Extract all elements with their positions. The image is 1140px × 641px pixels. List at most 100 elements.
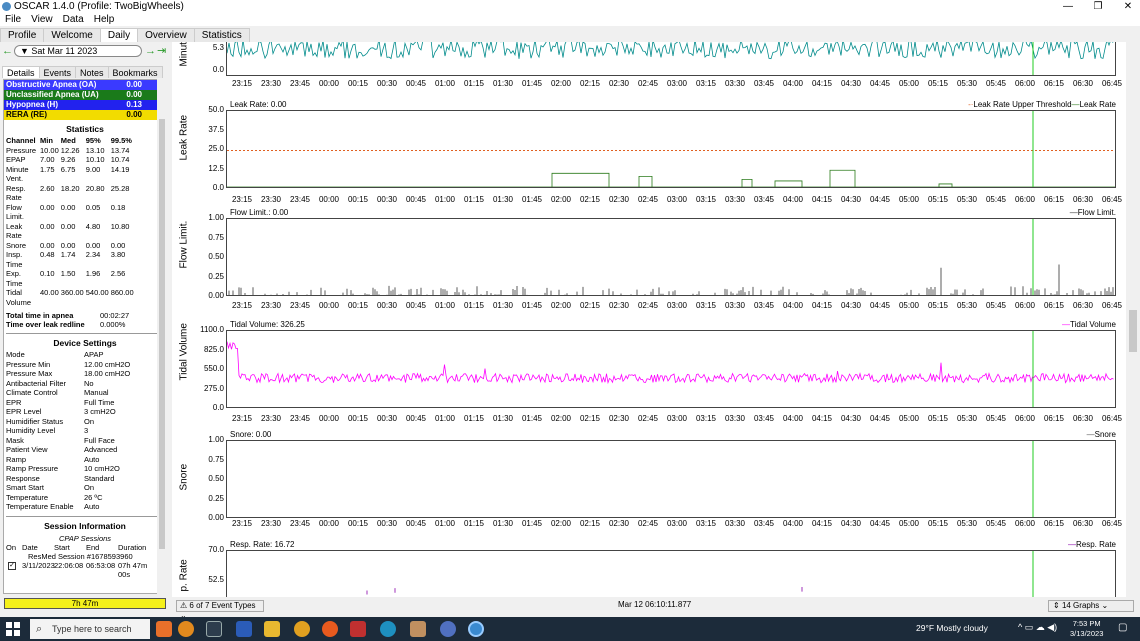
x-tick-label: 02:30 (608, 301, 630, 310)
x-tick-label: 05:00 (898, 301, 920, 310)
task-view-icon[interactable] (206, 621, 222, 637)
col-end: End (86, 542, 100, 552)
windows-start-icon[interactable] (6, 622, 20, 636)
chrome-profile-icon[interactable] (440, 621, 456, 637)
x-tick-label: 06:45 (1101, 79, 1123, 88)
setting-value: No (84, 378, 94, 388)
event-row[interactable]: Unclassified Apnea (UA) 0.00 (4, 90, 166, 100)
graph-snore[interactable]: Snore 1.00 0.75 0.50 0.25 0.00 Snore: 0.00 —Sno… (172, 426, 1126, 532)
setting-row: Response Standard (4, 474, 166, 484)
x-tick-label: 23:30 (260, 301, 282, 310)
stat-channel: Resp. Rate (6, 183, 26, 203)
graph-plot-area[interactable] (226, 110, 1116, 188)
details-scrollbar[interactable] (157, 79, 167, 594)
system-tray-icons[interactable]: ^ ▭ ☁ ◀) (1018, 622, 1057, 633)
event-row[interactable]: RERA (RE) 0.00 (4, 110, 166, 120)
graph-plot-area[interactable] (226, 42, 1116, 76)
tab-daily[interactable]: Daily (99, 28, 139, 42)
x-tick-label: 01:00 (434, 79, 456, 88)
x-tick-label: 06:45 (1101, 519, 1123, 528)
word-icon[interactable] (236, 621, 252, 637)
tab-profile[interactable]: Profile (0, 28, 45, 42)
weather-widget[interactable]: 29°F Mostly cloudy (916, 623, 988, 633)
minimize-button[interactable]: — (1058, 0, 1078, 13)
next-day-icon[interactable]: → (145, 44, 156, 58)
graph-scrollbar[interactable] (1126, 42, 1140, 597)
tab-welcome[interactable]: Welcome (43, 28, 101, 42)
legend-threshold: Leak Rate Upper Threshold (973, 100, 1072, 109)
x-tick-label: 03:15 (695, 195, 717, 204)
details-panel[interactable]: Obstructive Apnea (OA) 0.00 Unclassified A… (3, 79, 167, 594)
notification-icon[interactable]: ▢ (1118, 622, 1127, 633)
setting-value: Advanced (84, 445, 118, 454)
tab-statistics[interactable]: Statistics (193, 28, 250, 42)
tab-events[interactable]: Events (38, 66, 77, 78)
x-tick-label: 05:30 (956, 519, 978, 528)
graph-plot-area[interactable] (226, 440, 1116, 518)
x-tick-label: 01:45 (521, 414, 543, 423)
x-tick-label: 04:15 (811, 301, 833, 310)
x-tick-label: 01:15 (463, 519, 485, 528)
y-tick-label: 275.0 (203, 383, 224, 393)
scrollbar-thumb[interactable] (1129, 310, 1137, 352)
photos-icon[interactable] (410, 621, 426, 637)
menu-view[interactable]: View (26, 13, 58, 26)
graph-plot-area[interactable] (226, 330, 1116, 408)
x-tick-label: 06:15 (1043, 414, 1065, 423)
graph-flow[interactable]: Flow Limit. 1.00 0.75 0.50 0.25 0.00 Flow Limi… (172, 206, 1126, 312)
event-value: 0.00 (126, 90, 142, 99)
taskbar-clock[interactable]: 7:53 PM 3/13/2023 (1070, 619, 1103, 639)
edge-icon[interactable] (380, 621, 396, 637)
x-tick-label: 02:00 (550, 195, 572, 204)
graph-tidal[interactable]: Tidal Volume 1100.0 825.0 550.0 275.0 0.0 Tida… (172, 316, 1126, 423)
x-tick-label: 01:30 (492, 414, 514, 423)
stat-value: 860.00 (110, 288, 134, 297)
stat-value: 0.00 (60, 202, 76, 212)
graph-resp[interactable]: p. Rate70.052.535.0Resp. Rate: 16.72—Res… (172, 536, 1126, 597)
maximize-button[interactable]: ❐ (1088, 0, 1108, 13)
widgets-icon[interactable] (156, 621, 172, 637)
event-row[interactable]: Hypopnea (H) 0.13 (4, 100, 166, 110)
y-tick-label: 0.0 (212, 403, 224, 412)
setting-label: Antibacterial Filter (6, 378, 67, 388)
tab-notes[interactable]: Notes (75, 66, 109, 78)
x-tick-label: 23:30 (260, 414, 282, 423)
chrome-icon[interactable] (294, 621, 310, 637)
oscar-taskbar-icon[interactable] (468, 621, 484, 637)
graph-area[interactable]: Minute 5.3 0.0 23:15 23:30 23:45 00:00 00:15 00:… (172, 42, 1126, 597)
stat-value: 0.00 (60, 240, 76, 250)
basketball-icon[interactable] (178, 621, 194, 637)
graphs-dropdown[interactable]: ⇕ 14 Graphs ⌄ (1048, 600, 1134, 612)
menu-help[interactable]: Help (89, 13, 120, 26)
tab-overview[interactable]: Overview (137, 28, 195, 42)
file-explorer-icon[interactable] (264, 621, 280, 637)
x-tick-label: 06:00 (1014, 79, 1036, 88)
x-tick-label: 06:30 (1072, 79, 1094, 88)
app-icon[interactable] (322, 621, 338, 637)
event-types-dropdown[interactable]: ⚠ 6 of 7 Event Types ⌄ (176, 600, 264, 620)
close-button[interactable]: ✕ (1118, 0, 1138, 13)
stat-value: 7.00 (40, 155, 55, 164)
tab-details[interactable]: Details (2, 66, 40, 78)
taskbar-search-input[interactable]: ⌕ Type here to search (30, 619, 150, 639)
graph-plot-area[interactable] (226, 218, 1116, 296)
app-icon[interactable] (350, 621, 366, 637)
menu-data[interactable]: Data (58, 13, 89, 26)
y-tick-label: 0.00 (208, 291, 224, 300)
date-picker[interactable]: ▼ Sat Mar 11 2023 (14, 45, 142, 57)
event-row[interactable]: Obstructive Apnea (OA) 0.00 (4, 80, 166, 90)
scrollbar-thumb[interactable] (159, 119, 165, 549)
stat-value: 12.26 (60, 145, 80, 155)
last-day-icon[interactable]: ⇥ (157, 44, 166, 58)
menu-file[interactable]: File (0, 13, 26, 26)
x-tick-label: 23:45 (289, 195, 311, 204)
tab-bookmarks[interactable]: Bookmarks (107, 66, 163, 78)
session-enabled-checkbox[interactable]: ✓ (8, 561, 16, 570)
graph-leak[interactable]: Leak Rate 50.0 37.5 25.0 12.5 0.0 Leak Rate: 0… (172, 98, 1126, 204)
graph-plot-area[interactable] (226, 550, 1116, 597)
prev-day-icon[interactable]: ← (2, 44, 13, 58)
x-tick-label: 05:45 (985, 301, 1007, 310)
graph-minute[interactable]: Minute 5.3 0.0 23:15 23:30 23:45 00:00 00:15 00:… (172, 42, 1126, 96)
x-tick-label: 02:00 (550, 301, 572, 310)
setting-label: Ramp Pressure (6, 464, 59, 473)
